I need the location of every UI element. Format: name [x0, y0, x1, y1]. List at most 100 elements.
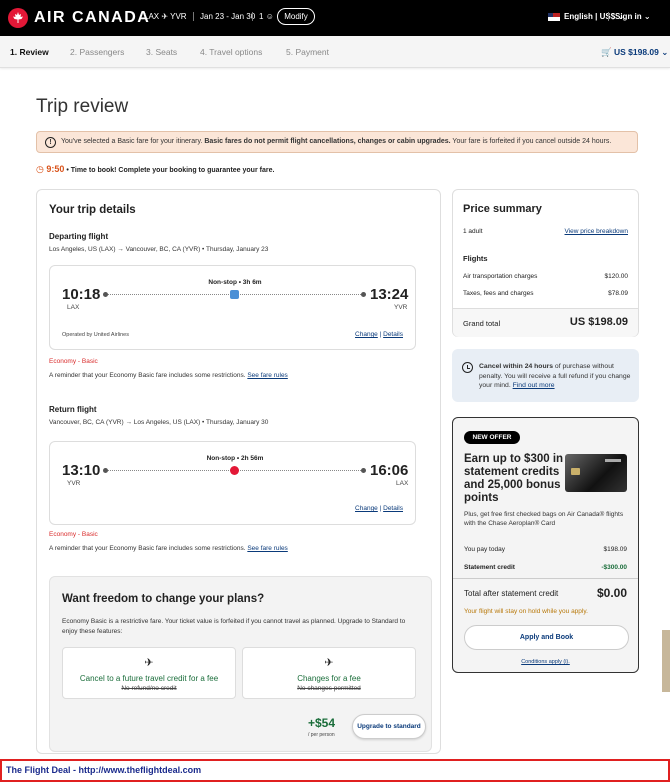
new-offer-badge: NEW OFFER [464, 431, 520, 444]
upgrade-price: +$54 [308, 716, 336, 730]
offer-headline: Earn up to $300 in statement credits and… [464, 453, 564, 504]
cart-total: US $198.09 [613, 47, 659, 57]
step-seats[interactable]: 3. Seats [146, 47, 177, 57]
timer-countdown: ◷ 9:50 [36, 164, 64, 174]
timer-value: 9:50 [46, 164, 65, 174]
statement-credit-value: -$300.00 [601, 564, 627, 571]
trip-dates: Jan 23 - Jan 30 [193, 12, 255, 21]
taxes-label: Taxes, fees and charges [463, 290, 534, 297]
divider [453, 578, 638, 579]
watermark-footer: The Flight Deal - http://www.theflightde… [0, 759, 670, 782]
person-icon: ☺ [265, 12, 274, 21]
feature-title: Changes for a fee [297, 674, 361, 683]
departing-arr-airport: YVR [394, 304, 408, 311]
grand-total-label: Grand total [463, 319, 501, 328]
conditions-link[interactable]: Conditions apply (i). [521, 659, 570, 665]
upgrade-title: Want freedom to change your plans? [62, 593, 265, 605]
plane-icon: ✈ [324, 657, 334, 669]
feature-cancel-credit: ✈ Cancel to a future travel credit for a… [62, 647, 236, 699]
upgrade-description: Economy Basic is a restrictive fare. You… [62, 618, 406, 635]
departing-subtitle: Los Angeles, US (LAX) → Vancouver, BC, C… [49, 246, 269, 253]
feature-title: Cancel to a future travel credit for a f… [79, 674, 219, 683]
departing-fare-note-text: A reminder that your Economy Basic fare … [49, 372, 246, 379]
united-airlines-icon [230, 290, 239, 299]
plane-cancel-icon: ✈ [144, 657, 154, 669]
credit-card-image [565, 454, 627, 492]
top-nav-bar: AIR CANADA LAX ✈ YVR Jan 23 - Jan 30 1 ☺… [0, 0, 670, 36]
pay-today-value: $198.09 [603, 546, 628, 553]
departing-arr-time: 13:24 [370, 286, 409, 303]
departing-fare-note: A reminder that your Economy Basic fare … [49, 372, 288, 379]
grand-total-row: Grand total US $198.09 [453, 308, 638, 337]
feature-old: No changes permitted [297, 685, 361, 692]
return-subtitle: Vancouver, BC, CA (YVR) → Los Angeles, U… [49, 419, 269, 426]
cancel-info-card: Cancel within 24 hours of purchase witho… [452, 349, 639, 402]
chevron-down-icon: ⌄ [661, 47, 669, 57]
offer-description: Plus, get free first checked bags on Air… [464, 511, 624, 527]
clock-icon [462, 362, 473, 373]
upgrade-per-person: / per person [308, 732, 335, 738]
step-payment[interactable]: 5. Payment [286, 47, 329, 57]
details-link[interactable]: Details [383, 505, 403, 512]
booking-steps: 1. Review 2. Passengers 3. Seats 4. Trav… [0, 36, 670, 68]
return-dep-time: 13:10 [62, 462, 101, 479]
passenger-count-value: 1 [259, 12, 264, 21]
notice-suffix: Your fare is forfeited if you cancel out… [450, 138, 612, 145]
statement-credit-row: Statement credit -$300.00 [464, 564, 627, 571]
return-fare-note-text: A reminder that your Economy Basic fare … [49, 545, 246, 552]
maple-leaf-logo-icon[interactable] [8, 8, 28, 28]
total-after-credit-label: Total after statement credit [464, 589, 559, 598]
upgrade-to-standard-button[interactable]: Upgrade to standard [352, 714, 426, 739]
conditions-wrap: Conditions apply (i). [453, 659, 638, 665]
taxes-row: Taxes, fees and charges $78.09 [463, 290, 628, 297]
adult-count: 1 adult [463, 228, 483, 235]
return-stops: Non-stop • 2h 56m [206, 455, 264, 462]
departing-flight-box: 10:18 LAX Non-stop • 3h 6m 13:24 YVR Ope… [49, 265, 416, 350]
view-price-breakdown-link[interactable]: View price breakdown [565, 228, 628, 235]
air-canada-icon [230, 466, 239, 475]
pay-today-row: You pay today $198.09 [464, 546, 627, 553]
cart-icon: 🛒 [601, 47, 612, 57]
fare-rules-link[interactable]: See fare rules [247, 372, 287, 379]
apply-and-book-button[interactable]: Apply and Book [464, 625, 629, 650]
feedback-side-tab[interactable] [662, 630, 670, 692]
step-review[interactable]: 1. Review [10, 47, 49, 57]
sign-in-link[interactable]: Sign in ⌄ [608, 12, 651, 21]
timer-text: • Time to book! Complete your booking to… [64, 167, 275, 174]
departing-dep-airport: LAX [67, 304, 80, 311]
trip-details-card: Your trip details Departing flight Los A… [36, 189, 441, 754]
departing-dep-time: 10:18 [62, 286, 101, 303]
trip-details-title: Your trip details [49, 204, 136, 216]
adult-row: 1 adult View price breakdown [463, 228, 628, 235]
notice-prefix: You've selected a Basic fare for your it… [61, 138, 205, 145]
find-out-more-link[interactable]: Find out more [513, 382, 555, 389]
change-link[interactable]: Change [355, 505, 378, 512]
change-link[interactable]: Change [355, 331, 378, 338]
modify-button[interactable]: Modify [277, 8, 315, 25]
trip-route: LAX ✈ YVR [144, 12, 187, 21]
air-charges-row: Air transportation charges $120.00 [463, 273, 628, 280]
air-charges-label: Air transportation charges [463, 273, 538, 280]
cart-summary[interactable]: 🛒 US $198.09 ⌄ [601, 47, 668, 58]
return-dep-airport: YVR [67, 480, 81, 487]
brand-name[interactable]: AIR CANADA [34, 9, 150, 27]
return-links: Change | Details [355, 505, 403, 512]
step-travel-options[interactable]: 4. Travel options [200, 47, 262, 57]
grand-total-value: US $198.09 [569, 316, 628, 328]
return-flight-box: 13:10 YVR Non-stop • 2h 56m 16:06 LAX Ch… [49, 441, 416, 525]
fare-rules-link[interactable]: See fare rules [247, 545, 287, 552]
warning-icon: ! [45, 137, 56, 148]
basic-fare-notice: ! You've selected a Basic fare for your … [36, 131, 638, 153]
chevron-down-icon: ⌄ [643, 12, 651, 21]
step-passengers[interactable]: 2. Passengers [70, 47, 124, 57]
return-arr-time: 16:06 [370, 462, 409, 479]
us-flag-icon [548, 13, 560, 21]
feature-old: No refund/no credit [121, 685, 177, 692]
details-link[interactable]: Details [383, 331, 403, 338]
footer-text: The Flight Deal - http://www.theflightde… [6, 765, 202, 775]
departing-stops: Non-stop • 3h 6m [208, 279, 262, 286]
hold-note: Your flight will stay on hold while you … [464, 608, 588, 615]
return-fare-note: A reminder that your Economy Basic fare … [49, 545, 288, 552]
return-arr-airport: LAX [396, 480, 409, 487]
departing-heading: Departing flight [49, 232, 109, 241]
